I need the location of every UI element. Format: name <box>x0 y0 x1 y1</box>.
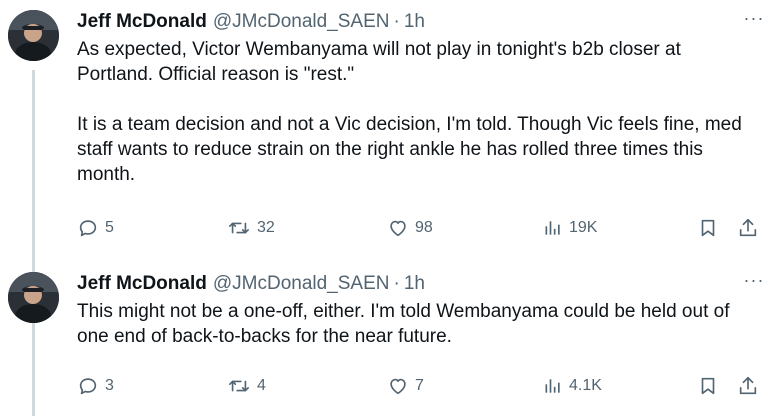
tweet-paragraph: As expected, Victor Wembanyama will not … <box>77 39 681 85</box>
avatar[interactable] <box>8 272 59 323</box>
bookmark-button[interactable] <box>697 217 719 239</box>
author-name[interactable]: Jeff McDonald <box>77 273 207 295</box>
more-icon[interactable]: ··· <box>742 8 766 28</box>
avatar[interactable] <box>8 10 59 61</box>
author-name[interactable]: Jeff McDonald <box>77 11 207 33</box>
views-count: 19K <box>569 219 598 236</box>
views-button[interactable]: 4.1K <box>543 375 602 397</box>
share-icon <box>739 218 757 237</box>
author-handle[interactable]: @JMcDonald_SAEN <box>213 11 390 33</box>
action-bar: 5 32 98 19K <box>77 216 760 240</box>
separator-dot: · <box>393 11 400 32</box>
share-icon <box>739 376 757 395</box>
bookmark-icon <box>701 377 715 395</box>
tweet-paragraph: This might not be a one-off, either. I'm… <box>77 301 730 347</box>
repost-icon <box>229 380 249 392</box>
views-count: 4.1K <box>569 377 602 394</box>
like-count: 98 <box>415 219 433 236</box>
repost-count: 32 <box>257 219 275 236</box>
views-button[interactable]: 19K <box>543 217 597 239</box>
repost-icon <box>229 222 249 234</box>
like-button[interactable]: 7 <box>387 375 424 397</box>
reply-count: 3 <box>105 377 114 394</box>
tweet[interactable]: Jeff McDonald @JMcDonald_SAEN · 1h ··· T… <box>0 262 772 416</box>
timestamp[interactable]: 1h <box>404 11 425 33</box>
repost-count: 4 <box>257 377 266 394</box>
like-count: 7 <box>415 377 424 394</box>
views-icon <box>545 221 560 235</box>
bookmark-button[interactable] <box>697 375 719 397</box>
repost-button[interactable]: 32 <box>227 217 275 239</box>
tweet-text: This might not be a one-off, either. I'm… <box>77 299 757 349</box>
like-button[interactable]: 98 <box>387 217 433 239</box>
reply-button[interactable]: 5 <box>77 217 114 239</box>
bookmark-icon <box>701 219 715 237</box>
separator-dot: · <box>393 273 400 294</box>
action-bar: 3 4 7 4.1K <box>77 374 760 398</box>
heart-icon <box>390 220 406 237</box>
tweet-paragraph: It is a team decision and not a Vic deci… <box>77 114 742 185</box>
reply-button[interactable]: 3 <box>77 375 114 397</box>
tweet-header: Jeff McDonald @JMcDonald_SAEN · 1h <box>77 272 764 296</box>
tweet[interactable]: Jeff McDonald @JMcDonald_SAEN · 1h ··· A… <box>0 0 772 262</box>
reply-icon <box>79 378 97 395</box>
share-button[interactable] <box>737 375 759 397</box>
timestamp[interactable]: 1h <box>404 273 425 295</box>
heart-icon <box>390 378 406 395</box>
tweet-thread: Jeff McDonald @JMcDonald_SAEN · 1h ··· A… <box>0 0 772 416</box>
reply-icon <box>79 220 97 237</box>
tweet-header: Jeff McDonald @JMcDonald_SAEN · 1h <box>77 10 764 34</box>
share-button[interactable] <box>737 217 759 239</box>
repost-button[interactable]: 4 <box>227 375 266 397</box>
author-handle[interactable]: @JMcDonald_SAEN <box>213 273 390 295</box>
more-icon[interactable]: ··· <box>742 270 766 290</box>
reply-count: 5 <box>105 219 114 236</box>
views-icon <box>545 379 560 393</box>
tweet-text: As expected, Victor Wembanyama will not … <box>77 37 757 187</box>
